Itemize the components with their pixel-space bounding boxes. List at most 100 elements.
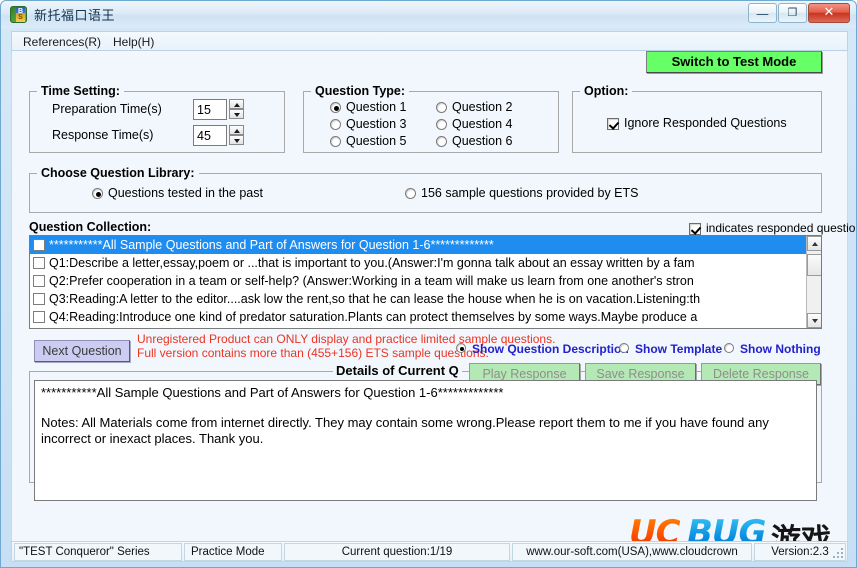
- choose-question-library-title: Choose Question Library:: [37, 166, 199, 180]
- list-item-checkbox[interactable]: [33, 256, 45, 269]
- scroll-up-button[interactable]: [807, 236, 821, 251]
- radio-label: Show Nothing: [740, 342, 821, 356]
- time-setting-title: Time Setting:: [37, 84, 124, 98]
- list-item-label: Q2:Prefer cooperation in a team or self-…: [49, 274, 694, 288]
- chevron-up-icon: [812, 242, 818, 246]
- list-item[interactable]: Q4:Reading:Introduce one kind of predato…: [30, 308, 808, 326]
- question-collection-label: Question Collection:: [29, 220, 152, 234]
- status-mode: Practice Mode: [184, 543, 282, 561]
- close-icon: ✕: [823, 5, 835, 20]
- list-item[interactable]: Q3:Reading:A letter to the editor....ask…: [30, 290, 808, 308]
- chevron-up-icon: [234, 103, 240, 107]
- response-time-label: Response Time(s): [52, 128, 154, 142]
- menu-item-help[interactable]: Help(H): [108, 34, 159, 50]
- details-paragraph-1: ***********All Sample Questions and Part…: [41, 385, 504, 400]
- maximize-icon: ❐: [787, 6, 798, 19]
- radio-indicator: [436, 119, 447, 130]
- scroll-down-button[interactable]: [807, 313, 821, 328]
- close-button[interactable]: ✕: [808, 3, 850, 23]
- radio-indicator: [619, 343, 629, 353]
- chevron-up-icon: [234, 129, 240, 133]
- maximize-button[interactable]: ❐: [778, 3, 807, 23]
- radio-label: Question 5: [346, 134, 407, 148]
- choose-question-library-group: Choose Question Library: Questions teste…: [29, 166, 822, 213]
- radio-indicator: [405, 188, 416, 199]
- app-icon: B S: [10, 6, 27, 23]
- list-item[interactable]: ***********All Sample Questions and Part…: [30, 236, 808, 254]
- response-time-increment[interactable]: [229, 125, 244, 135]
- checkbox-label: Ignore Responded Questions: [624, 116, 787, 130]
- option-group: Option: Ignore Responded Questions: [572, 84, 822, 153]
- radio-indicator: [92, 188, 103, 199]
- resize-grip-icon[interactable]: [833, 548, 845, 560]
- chevron-down-icon: [234, 113, 240, 117]
- status-bar: "TEST Conqueror" Series Practice Mode Cu…: [11, 541, 848, 562]
- status-series: "TEST Conqueror" Series: [14, 543, 182, 561]
- time-setting-group: Time Setting: Preparation Time(s) 15 Res…: [29, 84, 285, 153]
- preparation-time-label: Preparation Time(s): [52, 102, 162, 116]
- option-title: Option:: [580, 84, 633, 98]
- chevron-down-icon: [234, 139, 240, 143]
- details-paragraph-2: Notes: All Materials come from internet …: [41, 415, 769, 446]
- window-title: 新托福口语王: [34, 9, 116, 24]
- radio-indicator: [330, 119, 341, 130]
- list-item-label: Q3:Reading:A letter to the editor....ask…: [49, 292, 701, 306]
- radio-label: Question 1: [346, 100, 407, 114]
- radio-indicator: [436, 102, 447, 113]
- minimize-button[interactable]: —: [748, 3, 777, 23]
- listbox-scrollbar[interactable]: [806, 236, 821, 328]
- list-item-checkbox[interactable]: [33, 310, 45, 323]
- next-question-button[interactable]: Next Question: [34, 340, 130, 362]
- radio-indicator: [456, 343, 466, 353]
- question-type-title: Question Type:: [311, 84, 410, 98]
- minimize-icon: —: [756, 7, 769, 22]
- radio-label: Question 6: [452, 134, 513, 148]
- radio-indicator: [330, 136, 341, 147]
- title-bar: B S 新托福口语王 — ❐ ✕: [1, 1, 856, 28]
- checkbox-label: indicates responded question: [706, 221, 857, 235]
- menu-bar: References(R) Help(H): [11, 31, 848, 51]
- radio-label: Show Template: [635, 342, 723, 356]
- radio-label: Question 2: [452, 100, 513, 114]
- radio-label: Show Question Description: [472, 342, 629, 356]
- radio-indicator: [724, 343, 734, 353]
- list-item-label: ***********All Sample Questions and Part…: [49, 238, 494, 252]
- radio-indicator: [436, 136, 447, 147]
- response-time-spin-buttons[interactable]: [229, 125, 244, 146]
- question-list: ***********All Sample Questions and Part…: [30, 236, 808, 328]
- response-time-stepper[interactable]: 45: [193, 125, 244, 146]
- application-window: B S 新托福口语王 — ❐ ✕ References(R) Help(H) S…: [0, 0, 857, 568]
- menu-item-references[interactable]: References(R): [18, 34, 106, 50]
- status-current-question: Current question:1/19: [284, 543, 510, 561]
- preparation-time-increment[interactable]: [229, 99, 244, 109]
- scrollbar-thumb[interactable]: [807, 254, 821, 276]
- list-item-label: Q1:Describe a letter,essay,poem or ...th…: [49, 256, 695, 270]
- radio-label: Question 4: [452, 117, 513, 131]
- details-group-title: Details of Current Q: [333, 363, 462, 378]
- checkbox-indicator: [689, 223, 701, 235]
- radio-indicator: [330, 102, 341, 113]
- status-website: www.our-soft.com(USA),www.cloudcrown: [512, 543, 752, 561]
- list-item[interactable]: Q1:Describe a letter,essay,poem or ...th…: [30, 254, 808, 272]
- list-item-label: Q4:Reading:Introduce one kind of predato…: [49, 310, 698, 324]
- radio-label: Question 3: [346, 117, 407, 131]
- preparation-time-input[interactable]: 15: [193, 99, 227, 120]
- app-icon-badge-yellow: S: [16, 13, 25, 22]
- details-textarea[interactable]: ***********All Sample Questions and Part…: [34, 380, 817, 501]
- preparation-time-spin-buttons[interactable]: [229, 99, 244, 120]
- chevron-down-icon: [812, 319, 818, 323]
- preparation-time-decrement[interactable]: [229, 109, 244, 119]
- question-type-group: Question Type: Question 1 Question 2 Que…: [303, 84, 559, 153]
- response-time-decrement[interactable]: [229, 135, 244, 145]
- radio-label: Questions tested in the past: [108, 186, 263, 200]
- list-item-checkbox[interactable]: [33, 292, 45, 305]
- preparation-time-stepper[interactable]: 15: [193, 99, 244, 120]
- radio-label: 156 sample questions provided by ETS: [421, 186, 639, 200]
- list-item[interactable]: Q2:Prefer cooperation in a team or self-…: [30, 272, 808, 290]
- response-time-input[interactable]: 45: [193, 125, 227, 146]
- question-collection-listbox[interactable]: ***********All Sample Questions and Part…: [29, 235, 822, 329]
- list-item-checkbox[interactable]: [33, 238, 45, 251]
- checkbox-indicator: [607, 118, 619, 130]
- list-item-checkbox[interactable]: [33, 274, 45, 287]
- switch-to-test-mode-button[interactable]: Switch to Test Mode: [646, 51, 822, 73]
